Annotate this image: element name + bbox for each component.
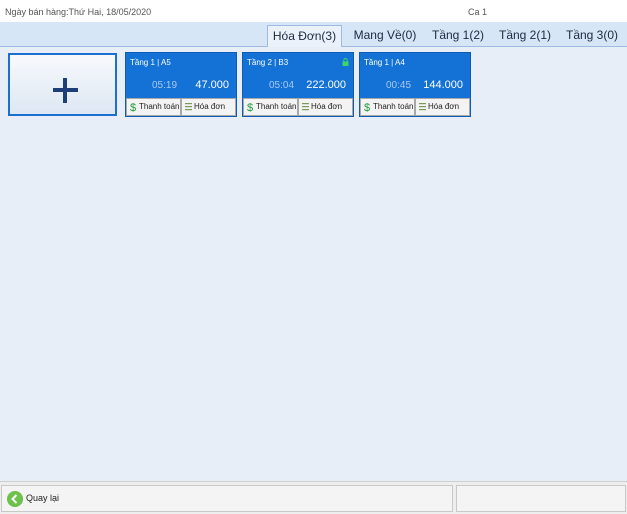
invoice-button-label: Hóa đơn (311, 102, 343, 111)
footer-bar: Quay lại (0, 481, 627, 514)
footer-action-button[interactable] (456, 485, 626, 512)
order-table-label: Tầng 2 | B3 (247, 58, 289, 67)
back-button[interactable]: Quay lại (1, 485, 453, 512)
invoice-icon (419, 103, 426, 111)
svg-text:$: $ (364, 102, 370, 113)
svg-text:$: $ (247, 102, 253, 113)
invoice-icon (185, 103, 192, 111)
invoice-button[interactable]: Hóa đơn (181, 98, 236, 116)
tab-floor-1[interactable]: Tầng 1(2) (427, 25, 489, 46)
lock-icon (342, 58, 349, 66)
back-arrow-icon (7, 491, 23, 507)
order-card[interactable]: Tầng 2 | B3 05:04 222.000 $ Thanh toán H… (242, 52, 354, 117)
invoice-button-label: Hóa đơn (194, 102, 226, 111)
sales-date: Ngày bán hàng:Thứ Hai, 18/05/2020 (5, 7, 152, 17)
order-table-label: Tầng 1 | A4 (364, 58, 405, 67)
invoice-button-label: Hóa đơn (428, 102, 460, 111)
invoice-button[interactable]: Hóa đơn (298, 98, 353, 116)
pay-button[interactable]: $ Thanh toán (243, 98, 298, 116)
order-card[interactable]: Tầng 1 | A5 05:19 47.000 $ Thanh toán Hó… (125, 52, 237, 117)
order-amount: 144.000 (423, 79, 463, 91)
order-amount: 47.000 (195, 79, 229, 91)
pay-button-label: Thanh toán (139, 102, 180, 111)
add-order-button[interactable] (8, 53, 117, 116)
back-button-label: Quay lại (26, 493, 60, 503)
tab-invoices[interactable]: Hóa Đơn(3) (267, 25, 342, 48)
order-grid: Tầng 1 | A5 05:19 47.000 $ Thanh toán Hó… (0, 47, 627, 481)
pay-button-label: Thanh toán (256, 102, 297, 111)
order-time: 00:45 (386, 80, 412, 91)
dollar-icon: $ (247, 102, 253, 113)
tab-floor-2[interactable]: Tầng 2(1) (494, 25, 556, 46)
svg-text:$: $ (130, 102, 136, 113)
dollar-icon: $ (130, 102, 136, 113)
order-card[interactable]: Tầng 1 | A4 00:45 144.000 $ Thanh toán H… (359, 52, 471, 117)
tab-takeaway[interactable]: Mang Về(0) (348, 25, 422, 46)
dollar-icon: $ (364, 102, 370, 113)
pay-button[interactable]: $ Thanh toán (126, 98, 181, 116)
pay-button-label: Thanh toán (373, 102, 414, 111)
shift-label: Ca 1 (468, 7, 488, 17)
tab-floor-3[interactable]: Tầng 3(0) (561, 25, 623, 46)
invoice-icon (302, 103, 309, 111)
top-info-bar: Ngày bán hàng:Thứ Hai, 18/05/2020 Ca 1 (0, 0, 627, 22)
order-time: 05:19 (152, 80, 178, 91)
pay-button[interactable]: $ Thanh toán (360, 98, 415, 116)
order-amount: 222.000 (306, 79, 346, 91)
order-time: 05:04 (269, 80, 295, 91)
tab-strip: Hóa Đơn(3) Mang Về(0) Tầng 1(2) Tầng 2(1… (0, 22, 627, 48)
order-table-label: Tầng 1 | A5 (130, 58, 171, 67)
invoice-button[interactable]: Hóa đơn (415, 98, 470, 116)
